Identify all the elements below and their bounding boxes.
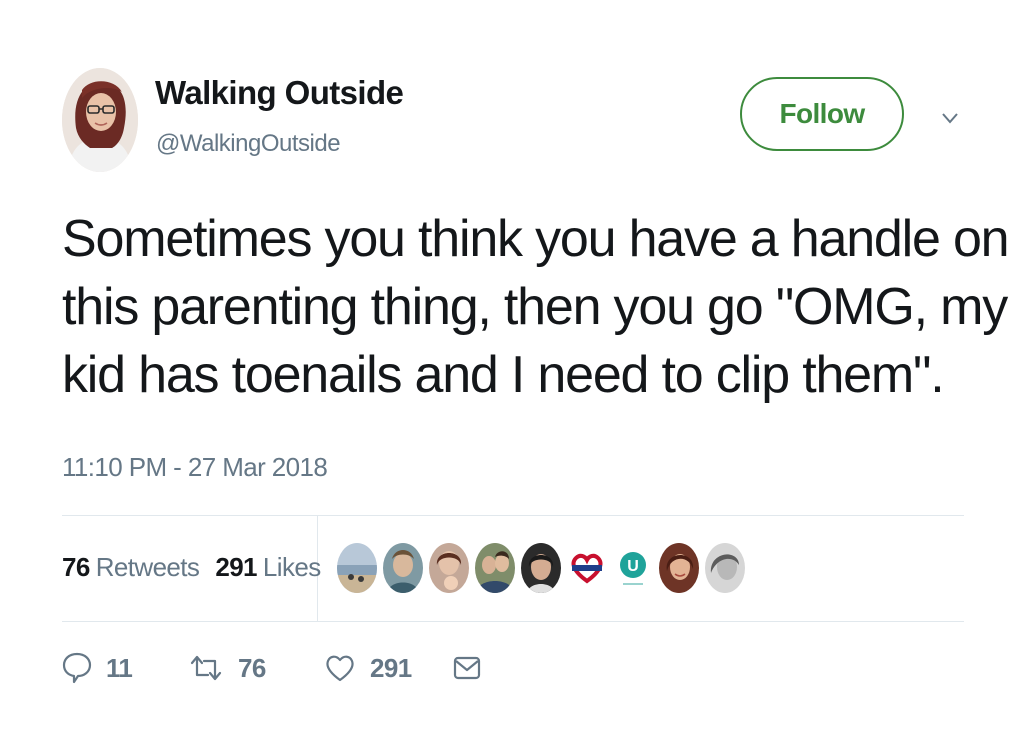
retweets-count: 76 [62,552,90,582]
liker-avatar-7[interactable]: U [613,543,653,593]
liker-avatar-3[interactable] [429,543,469,593]
person-photo-icon [383,543,423,593]
envelope-icon [453,656,481,680]
like-count: 291 [370,652,412,683]
author-avatar[interactable] [62,68,138,172]
author-handle[interactable]: @WalkingOutside [156,130,341,158]
divider-bottom [62,621,964,622]
u-logo-letter: U [627,558,639,575]
beach-photo-icon [337,543,377,593]
retweet-count: 76 [238,652,266,683]
liker-avatar-8[interactable] [659,543,699,593]
retweets-stat[interactable]: 76 Retweets [62,552,200,583]
chevron-down-icon [942,113,958,124]
like-action[interactable]: 291 [324,648,412,688]
reply-count: 11 [106,652,133,683]
person-photo-icon [429,543,469,593]
tweet-text-line-2: this parenting thing, then you go "OMG, … [62,278,1008,336]
liker-avatar-9[interactable] [705,543,745,593]
retweets-label: Retweets [95,552,200,582]
likes-count: 291 [215,552,257,582]
direct-message-action[interactable] [452,648,482,688]
liker-avatar-5[interactable] [521,543,561,593]
reply-icon [62,652,92,684]
reply-action[interactable]: 11 [62,648,133,688]
tweet-text: Sometimes you think you have a handle on… [62,205,1010,409]
user-avatar-photo-icon [62,68,138,172]
heart-icon [326,655,354,682]
tweet-text-line-3: kid has toenails and I need to clip them… [62,346,945,404]
liker-avatar-1[interactable] [337,543,377,593]
tweet-card: Walking Outside @WalkingOutside Follow S… [0,0,1024,750]
heart-logo-icon [567,543,607,593]
tweet-text-line-1: Sometimes you think you have a handle on [62,210,1010,268]
follow-button[interactable]: Follow [740,77,904,151]
person-photo-icon [521,543,561,593]
tweet-stats: 76 Retweets 291 Likes [62,552,321,583]
liker-avatar-6[interactable] [567,543,607,593]
likes-stat[interactable]: 291 Likes [215,552,321,583]
divider-top [62,515,964,516]
retweet-action[interactable]: 76 [188,648,266,688]
tweet-menu-button[interactable] [936,104,964,132]
liker-avatar-2[interactable] [383,543,423,593]
couple-photo-icon [475,543,515,593]
likes-label: Likes [262,552,321,582]
author-display-name[interactable]: Walking Outside [155,74,404,112]
u-logo-icon: U [613,543,653,593]
person-photo-icon [659,543,699,593]
liker-avatar-4[interactable] [475,543,515,593]
retweet-icon [190,655,222,681]
person-photo-icon [705,543,745,593]
tweet-timestamp[interactable]: 11:10 PM - 27 Mar 2018 [62,452,328,483]
